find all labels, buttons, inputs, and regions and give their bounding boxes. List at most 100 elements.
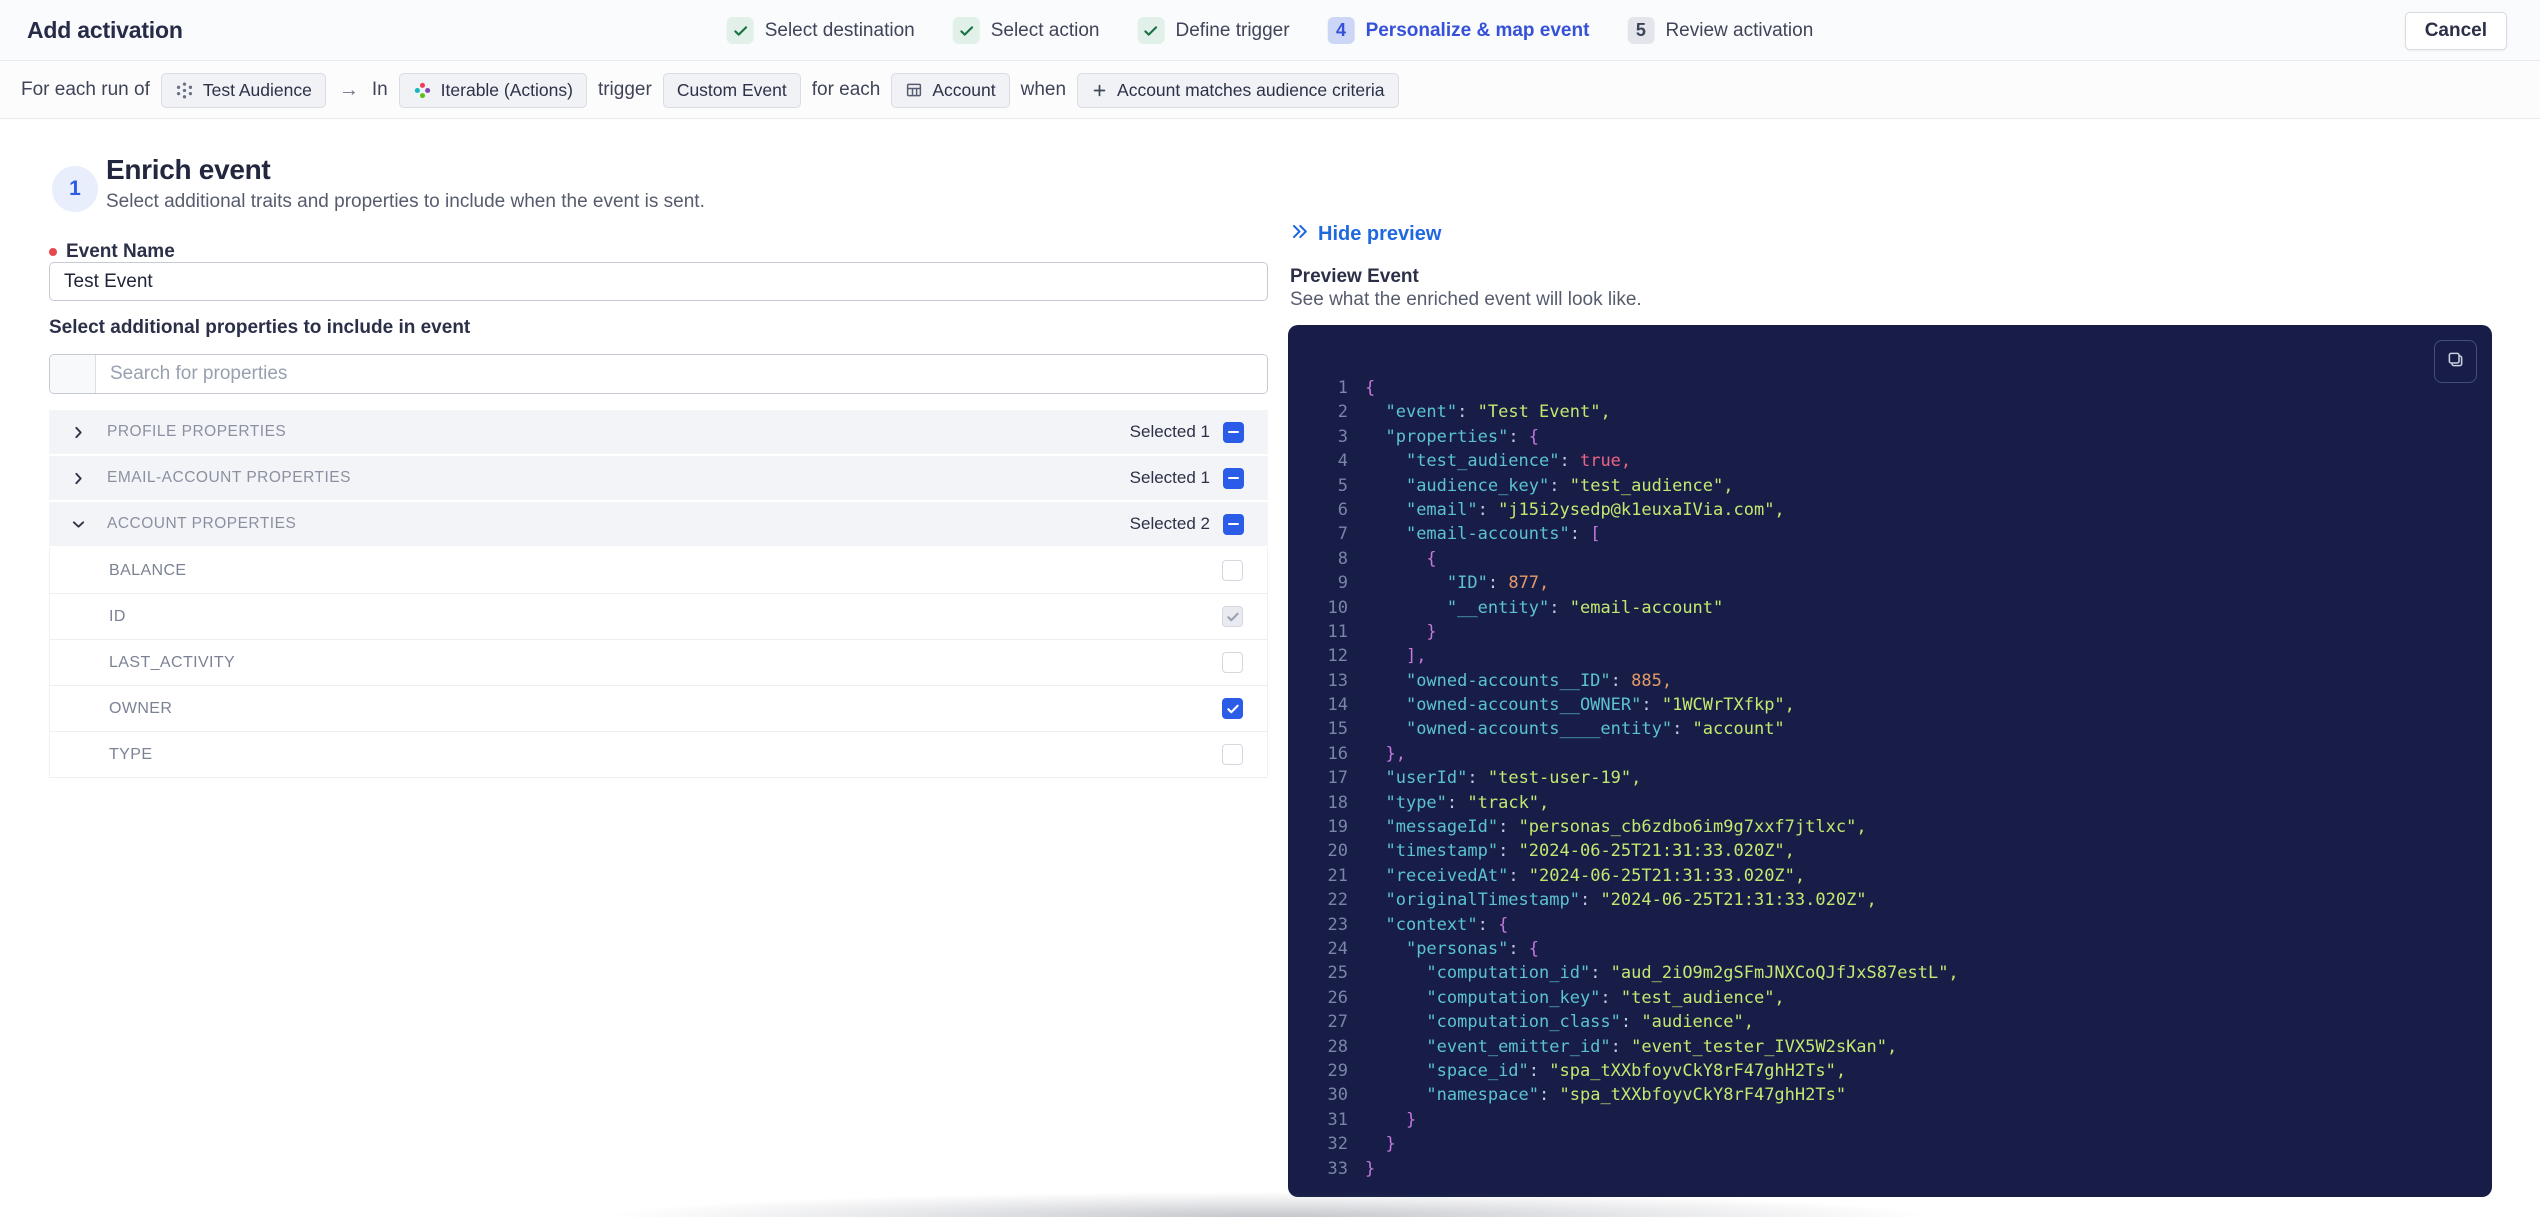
code-line: 20 "timestamp": "2024-06-25T21:31:33.020… — [1316, 839, 2474, 863]
chevron-right-icon — [71, 471, 107, 486]
code-text: "userId": "test-user-19", — [1385, 768, 1642, 789]
property-row-id: ID — [49, 594, 1268, 640]
group-label: PROFILE PROPERTIES — [107, 423, 287, 440]
code-line: 13 "owned-accounts__ID": 885, — [1316, 669, 2474, 693]
code-text: "type": "track", — [1385, 792, 1550, 813]
code-text: "owned-accounts__ID": 885, — [1405, 670, 1673, 691]
search-input[interactable] — [96, 355, 1267, 393]
step-review-activation[interactable]: 5 Review activation — [1627, 17, 1813, 44]
checkbox-last-activity[interactable] — [1222, 652, 1243, 673]
line-number: 4 — [1337, 451, 1348, 472]
group-header-profile-properties[interactable]: PROFILE PROPERTIES Selected 1 — [49, 410, 1268, 454]
chevron-down-icon — [71, 517, 107, 532]
step-personalize-map-event[interactable]: 4 Personalize & map event — [1327, 17, 1589, 44]
code-text: "event": "Test Event", — [1385, 402, 1611, 423]
chip-label: Account — [932, 79, 996, 100]
line-number: 6 — [1337, 499, 1348, 520]
line-number: 27 — [1327, 1012, 1348, 1033]
property-row-balance: BALANCE — [49, 548, 1268, 594]
code-text: }, — [1385, 743, 1406, 764]
chip-custom-event[interactable]: Custom Event — [662, 72, 801, 108]
step-number-badge: 1 — [52, 166, 98, 212]
step-check-icon — [952, 17, 980, 44]
code-text: "computation_class": "audience", — [1426, 1012, 1754, 1033]
step-select-destination[interactable]: Select destination — [726, 17, 915, 44]
code-line: 18 "type": "track", — [1316, 791, 2474, 815]
trigger-text: for each — [811, 79, 881, 100]
code-text: { — [1426, 548, 1437, 569]
property-label: LAST_ACTIVITY — [109, 653, 236, 671]
checkbox-balance[interactable] — [1222, 560, 1243, 581]
checkbox-type[interactable] — [1222, 744, 1243, 765]
group-label: ACCOUNT PROPERTIES — [107, 515, 297, 532]
code-line: 11 } — [1316, 620, 2474, 644]
line-number: 21 — [1327, 865, 1348, 886]
step-label: Define trigger — [1175, 19, 1290, 41]
code-text: "email": "j15i2ysedp@k1euxaIVia.com", — [1405, 499, 1785, 520]
line-number: 11 — [1327, 621, 1348, 642]
code-line: 9 "ID": 877, — [1316, 571, 2474, 595]
code-line: 8 { — [1316, 547, 2474, 571]
code-preview-panel: 1{2 "event": "Test Event", 3 "properties"… — [1288, 325, 2492, 1197]
chip-iterable-actions[interactable]: Iterable (Actions) — [398, 72, 587, 108]
code-line: 19 "messageId": "personas_cb6zdbo6im9g7x… — [1316, 815, 2474, 839]
preview-title: Preview Event — [1290, 266, 1419, 287]
code-text: "owned-accounts____entity": "account" — [1405, 719, 1785, 740]
line-number: 13 — [1327, 670, 1348, 691]
code-line: 12 ], — [1316, 644, 2474, 668]
chip-test-audience[interactable]: Test Audience — [160, 72, 326, 108]
code-text: "computation_key": "test_audience", — [1426, 987, 1785, 1008]
chevron-right-icon — [71, 425, 107, 440]
line-number: 9 — [1337, 573, 1348, 594]
step-number-badge: 4 — [1327, 17, 1355, 44]
code-line: 23 "context": { — [1316, 913, 2474, 937]
code-text: "originalTimestamp": "2024-06-25T21:31:3… — [1385, 890, 1877, 911]
step-label: Select action — [990, 19, 1100, 41]
group-header-account-properties[interactable]: ACCOUNT PROPERTIES Selected 2 — [49, 502, 1268, 546]
cancel-button[interactable]: Cancel — [2404, 12, 2507, 50]
code-text: "owned-accounts__OWNER": "1WCWrTXfkp", — [1405, 695, 1795, 716]
property-row-type: TYPE — [49, 732, 1268, 778]
minus-mark — [1228, 476, 1239, 480]
line-number: 12 — [1327, 646, 1348, 667]
line-number: 22 — [1327, 890, 1348, 911]
code-line: 22 "originalTimestamp": "2024-06-25T21:3… — [1316, 888, 2474, 912]
group-checkbox-account-properties[interactable] — [1223, 513, 1244, 535]
event-name-input[interactable] — [49, 262, 1268, 301]
trigger-text: For each run of — [21, 79, 150, 100]
page-title: Add activation — [27, 17, 183, 43]
code-line: 31 } — [1316, 1108, 2474, 1132]
code-text: } — [1365, 1158, 1376, 1179]
code-line: 1{ — [1316, 376, 2474, 400]
group-header-email-account-properties[interactable]: EMAIL-ACCOUNT PROPERTIES Selected 1 — [49, 456, 1268, 500]
chip-account[interactable]: Account — [891, 72, 1010, 108]
line-number: 18 — [1327, 792, 1348, 813]
step-define-trigger[interactable]: Define trigger — [1137, 17, 1290, 44]
line-number: 29 — [1327, 1060, 1348, 1081]
code-text: "messageId": "personas_cb6zdbo6im9g7xxf7… — [1385, 817, 1867, 838]
code-text: "context": { — [1385, 914, 1509, 935]
minus-mark — [1228, 522, 1239, 526]
code-line: 7 "email-accounts": [ — [1316, 522, 2474, 546]
search-icon — [50, 355, 96, 393]
code-text: "namespace": "spa_tXXbfoyvCkY8rF47ghH2Ts… — [1426, 1085, 1847, 1106]
group-items: BALANCE ID LAST_ACTIVITY OWNER TYPE — [49, 548, 1268, 778]
checkbox-owner[interactable] — [1222, 698, 1243, 719]
code-text: "personas": { — [1405, 938, 1540, 959]
group-label: EMAIL-ACCOUNT PROPERTIES — [107, 469, 351, 486]
code-line: 14 "owned-accounts__OWNER": "1WCWrTXfkp"… — [1316, 693, 2474, 717]
selected-count: Selected 1 — [1129, 422, 1210, 441]
code-line: 5 "audience_key": "test_audience", — [1316, 474, 2474, 498]
code-text: } — [1385, 1134, 1396, 1155]
chip-account-matches-audience-criteria[interactable]: Account matches audience criteria — [1077, 72, 1399, 108]
property-search — [49, 354, 1268, 394]
group-checkbox-email-account-properties[interactable] — [1223, 467, 1244, 489]
hide-preview-link[interactable]: Hide preview — [1290, 222, 1441, 247]
group-checkbox-profile-properties[interactable] — [1223, 421, 1244, 443]
code-line: 10 "__entity": "email-account" — [1316, 596, 2474, 620]
line-number: 8 — [1337, 548, 1348, 569]
line-number: 26 — [1327, 987, 1348, 1008]
chip-label: Test Audience — [202, 79, 312, 100]
step-select-action[interactable]: Select action — [952, 17, 1100, 44]
code-text: } — [1405, 1109, 1417, 1130]
